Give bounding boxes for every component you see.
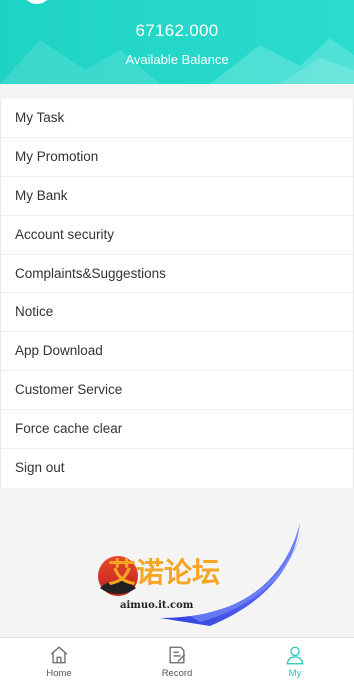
header-background-decoration [0,38,354,84]
home-icon [50,646,68,664]
watermark-title: 艾诺论坛 [108,556,220,589]
menu-item-app-download[interactable]: App Download [1,332,353,372]
tab-home[interactable]: Home [0,638,118,683]
watermark-logo: 艾诺论坛 aimuo.it.com [98,523,302,626]
account-menu: My Task My Promotion My Bank Account sec… [0,99,354,488]
menu-item-my-task[interactable]: My Task [1,99,353,138]
menu-item-notice[interactable]: Notice [1,293,353,333]
bottom-tab-bar: Home Record My [0,637,354,683]
menu-item-force-cache-clear[interactable]: Force cache clear [1,410,353,450]
empty-area: 艾诺论坛 aimuo.it.com [0,488,354,637]
tab-record-label: Record [161,668,193,679]
balance-header: 67162.000 Available Balance [0,0,354,84]
menu-item-customer-service[interactable]: Customer Service [1,371,353,411]
balance-amount: 67162.000 [135,21,219,40]
menu-item-my-promotion[interactable]: My Promotion [1,138,353,177]
balance-label: Available Balance [125,52,229,67]
tab-my[interactable]: My [236,638,354,683]
menu-item-account-security[interactable]: Account security [1,216,353,255]
tab-home-label: Home [46,668,72,679]
user-icon [286,646,304,665]
tab-record[interactable]: Record [118,638,236,683]
section-divider [0,84,354,99]
menu-item-complaints-suggestions[interactable]: Complaints&Suggestions [1,255,353,294]
record-icon [169,646,186,664]
watermark-url: aimuo.it.com [120,600,194,611]
menu-item-my-bank[interactable]: My Bank [1,177,353,216]
tab-my-label: My [288,668,302,679]
menu-item-sign-out[interactable]: Sign out [1,449,353,488]
